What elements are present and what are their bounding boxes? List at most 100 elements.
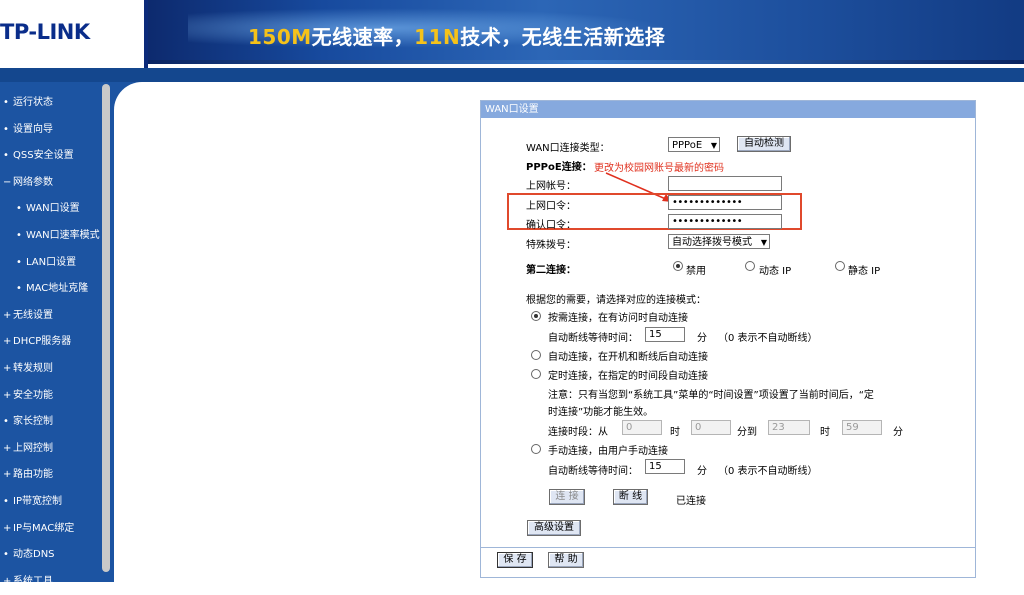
sidebar-item-7[interactable]: • MAC地址克隆 xyxy=(0,276,100,303)
second-conn-label: 第二连接： xyxy=(526,265,576,276)
sidebar-item-label: DHCP服务器 xyxy=(13,336,72,348)
idle-unit-1: 分 xyxy=(697,333,707,344)
period-minute-unit: 分 xyxy=(893,427,903,438)
idle-note-1: （0 表示不自动断线） xyxy=(718,333,818,344)
save-button[interactable]: 保 存 xyxy=(497,552,533,568)
period-start-hour-input[interactable]: 0 xyxy=(622,420,662,435)
sidebar-item-label: 转发规则 xyxy=(13,362,53,374)
bullet-icon: • xyxy=(3,97,9,108)
sidebar-item-14[interactable]: + 路由功能 xyxy=(0,462,100,489)
logo-text: TP-LINK xyxy=(0,20,90,44)
bullet-icon: • xyxy=(3,150,9,162)
advanced-settings-button[interactable]: 高级设置 xyxy=(527,520,581,536)
confirm-label: 确认口令： xyxy=(526,220,576,231)
sidebar-item-label: 无线设置 xyxy=(13,309,53,321)
bullet-icon: • xyxy=(16,283,22,295)
radio-second-disable[interactable] xyxy=(673,261,683,271)
special-dial-value: 自动选择拨号模式 xyxy=(672,237,752,248)
sidebar-item-9[interactable]: + DHCP服务器 xyxy=(0,329,100,356)
confirm-password-input[interactable]: ••••••••••••• xyxy=(668,214,782,229)
expand-icon: + xyxy=(3,309,12,321)
conn-type-select[interactable]: PPPoE ▼ xyxy=(668,137,720,152)
bullet-icon: • xyxy=(3,416,9,428)
sidebar-item-0[interactable]: • 运行状态 xyxy=(0,90,100,117)
slogan-11n: 11N xyxy=(414,25,461,49)
password-label: 上网口令： xyxy=(526,201,576,212)
bullet-icon: • xyxy=(16,229,22,241)
sidebar-item-label: 安全功能 xyxy=(13,389,53,401)
mode-prompt: 根据您的需要，请选择对应的连接模式： xyxy=(526,295,706,306)
period-start-minute-input[interactable]: 0 xyxy=(691,420,731,435)
sidebar-item-2[interactable]: • QSS安全设置 xyxy=(0,143,100,170)
sidebar-item-8[interactable]: + 无线设置 xyxy=(0,303,100,330)
sidebar-item-label: 家长控制 xyxy=(13,416,53,428)
special-dial-select[interactable]: 自动选择拨号模式 ▼ xyxy=(668,234,770,249)
idle-time-input-1[interactable]: 15 xyxy=(645,327,685,342)
sidebar-item-label: WAN口设置 xyxy=(26,203,80,215)
bullet-icon: • xyxy=(3,495,9,507)
auto-detect-button[interactable]: 自动检测 xyxy=(737,136,791,152)
banner-stripe xyxy=(148,60,1024,64)
sidebar-scroll-thumb[interactable] xyxy=(102,84,110,572)
sidebar-item-label: MAC地址克隆 xyxy=(26,283,89,295)
expand-icon: + xyxy=(3,362,12,374)
radio-timed-connect[interactable] xyxy=(531,369,541,379)
sidebar-item-3[interactable]: − 网络参数 xyxy=(0,170,100,197)
top-blue-bar xyxy=(0,68,1024,82)
sidebar-item-label: 网络参数 xyxy=(13,176,53,188)
sidebar-item-5[interactable]: • WAN口速率模式 xyxy=(0,223,100,250)
sidebar-item-17[interactable]: • 动态DNS xyxy=(0,542,100,569)
banner-slogan: 150M无线速率，11N技术，无线生活新选择 xyxy=(248,21,665,50)
sidebar-item-label: QSS安全设置 xyxy=(13,150,74,162)
period-label: 连接时段：从 xyxy=(548,427,608,438)
sidebar-item-12[interactable]: • 家长控制 xyxy=(0,409,100,436)
sidebar-item-11[interactable]: + 安全功能 xyxy=(0,383,100,410)
password-input[interactable]: ••••••••••••• xyxy=(668,195,782,210)
sidebar-item-label: 运行状态 xyxy=(13,97,53,108)
sidebar-item-6[interactable]: • LAN口设置 xyxy=(0,250,100,277)
sidebar-item-4[interactable]: • WAN口设置 xyxy=(0,196,100,223)
sidebar-item-16[interactable]: + IP与MAC绑定 xyxy=(0,516,100,543)
pppoe-label: PPPoE连接： xyxy=(526,162,592,173)
sidebar-item-label: LAN口设置 xyxy=(26,256,77,268)
tp-link-logo: TP-LINK xyxy=(0,0,144,68)
header: TP-LINK 150M无线速率，11N技术，无线生活新选择 xyxy=(0,0,1024,68)
period-end-minute-input[interactable]: 59 xyxy=(842,420,882,435)
idle-time-input-2[interactable]: 15 xyxy=(645,459,685,474)
radio-second-static-ip[interactable] xyxy=(835,261,845,271)
slogan-speed: 150M xyxy=(248,25,312,49)
disconnect-button[interactable]: 断 线 xyxy=(613,489,648,505)
account-label: 上网帐号： xyxy=(526,181,576,192)
connection-status: 已连接 xyxy=(676,496,706,507)
bullet-icon: • xyxy=(3,123,9,135)
idle-time-label-2: 自动断线等待时间： xyxy=(548,466,638,477)
sidebar-item-label: 上网控制 xyxy=(13,442,53,454)
expand-icon: + xyxy=(3,389,12,401)
sidebar-item-label: 设置向导 xyxy=(13,123,53,135)
sidebar-item-15[interactable]: • IP带宽控制 xyxy=(0,489,100,516)
expand-icon: + xyxy=(3,442,12,454)
period-end-hour-input[interactable]: 23 xyxy=(768,420,810,435)
timed-connect-label: 定时连接，在指定的时间段自动连接 xyxy=(548,371,708,382)
radio-second-dynamic-ip[interactable] xyxy=(745,261,755,271)
sidebar-item-label: 动态DNS xyxy=(13,549,55,561)
radio-auto-connect[interactable] xyxy=(531,350,541,360)
chevron-down-icon: ▼ xyxy=(710,141,717,150)
radio-on-demand[interactable] xyxy=(531,311,541,321)
idle-time-label-1: 自动断线等待时间： xyxy=(548,333,638,344)
help-button[interactable]: 帮 助 xyxy=(548,552,584,568)
slogan-text-2: 技术，无线生活新选择 xyxy=(460,25,666,49)
idle-note-2: （0 表示不自动断线） xyxy=(718,466,818,477)
account-input[interactable] xyxy=(668,176,782,191)
connect-button[interactable]: 连 接 xyxy=(549,489,585,505)
bullet-icon: • xyxy=(16,256,22,268)
sidebar-item-1[interactable]: • 设置向导 xyxy=(0,117,100,144)
chevron-down-icon: ▼ xyxy=(760,238,767,247)
sidebar-item-label: 路由功能 xyxy=(13,469,53,481)
panel-divider xyxy=(481,547,975,548)
period-to-label: 分到 xyxy=(737,427,757,438)
period-hour-unit: 时 xyxy=(670,427,680,438)
sidebar-item-10[interactable]: + 转发规则 xyxy=(0,356,100,383)
radio-manual-connect[interactable] xyxy=(531,444,541,454)
sidebar-item-13[interactable]: + 上网控制 xyxy=(0,436,100,463)
